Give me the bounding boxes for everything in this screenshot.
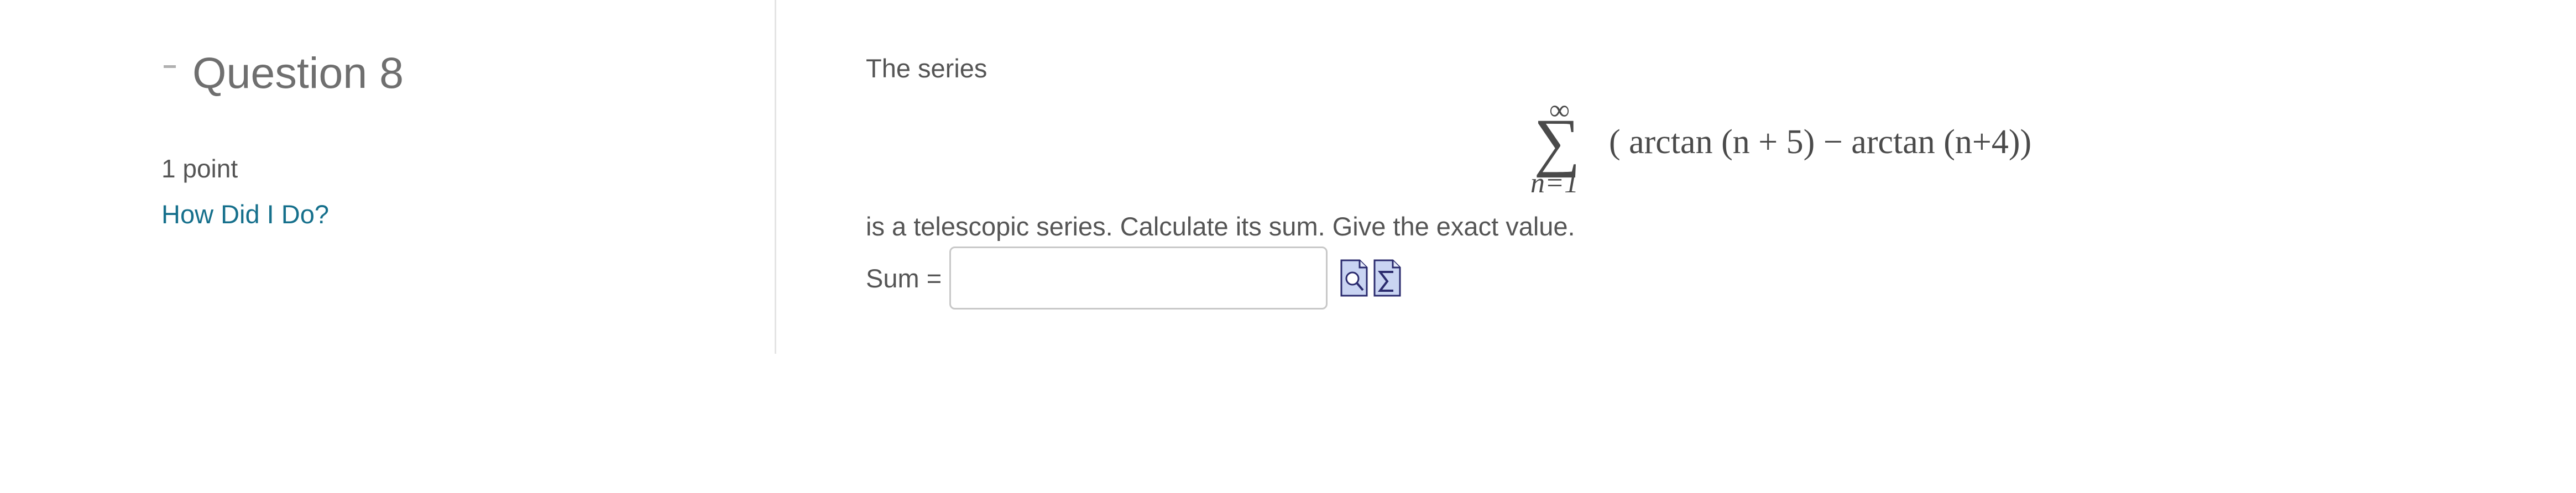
- column-divider: [775, 0, 776, 354]
- answer-input[interactable]: [949, 246, 1328, 310]
- answer-label: Sum =: [866, 263, 942, 293]
- sum-lower-limit: n=1: [1530, 167, 1579, 199]
- problem-lead-text: The series: [866, 54, 987, 83]
- series-formula: ∞ ∑ n=1 ( arctan (n + 5) − arctan (n+4)): [1526, 88, 2057, 204]
- question-sidebar: Question 8 1 point How Did I Do?: [0, 0, 775, 354]
- question-points: 1 point: [161, 154, 238, 183]
- how-did-i-do-link[interactable]: How Did I Do?: [161, 199, 329, 229]
- sigma-equation-icon[interactable]: [1373, 259, 1402, 297]
- problem-instruction-text: is a telescopic series. Calculate its su…: [866, 212, 1575, 241]
- question-header: Question 8: [164, 51, 404, 95]
- summation-operator: ∞ ∑ n=1: [1526, 88, 1592, 204]
- magnifier-preview-icon[interactable]: [1340, 259, 1368, 297]
- series-summand: ( arctan (n + 5) − arctan (n+4)): [1609, 123, 2032, 161]
- collapse-toggle-icon[interactable]: [164, 65, 176, 68]
- answer-row: Sum =: [866, 246, 1402, 310]
- sigma-symbol: ∑: [1534, 106, 1581, 178]
- question-title: Question 8: [192, 48, 404, 97]
